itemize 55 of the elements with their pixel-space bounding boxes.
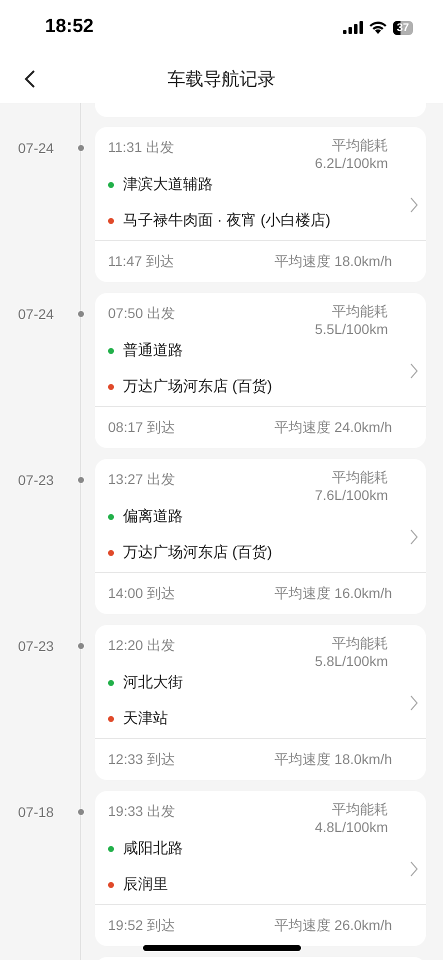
end-location: 马子禄牛肉面 · 夜宵 (小白楼店) — [123, 210, 330, 230]
trip-card[interactable]: 11:31 出发 平均能耗 6.2L/100km 津滨大道辅路 马子禄牛肉面 · 夜宵 (小白楼店) 11:47 到达 平均速度 18.0km/h — [95, 127, 426, 282]
arrive-time: 11:47 到达 — [108, 252, 174, 271]
energy-value: 6.2L/100km — [314, 154, 388, 172]
chevron-icon — [410, 363, 418, 379]
depart-time: 11:31 出发 — [108, 138, 174, 157]
energy-value: 5.8L/100km — [314, 652, 388, 670]
signal-icon — [342, 21, 363, 34]
energy-label: 平均能耗 — [332, 800, 388, 818]
page-title: 车载导航记录 — [168, 68, 276, 90]
back-icon[interactable] — [24, 70, 36, 88]
end-location: 辰润里 — [123, 874, 168, 894]
depart-time: 13:27 出发 — [108, 470, 175, 489]
depart-time: 12:20 出发 — [108, 636, 175, 655]
average-speed: 平均速度 26.0km/h — [274, 916, 392, 935]
chevron-icon — [410, 695, 418, 711]
start-location: 咸阳北路 — [123, 839, 183, 859]
start-location: 河北大街 — [123, 673, 183, 693]
chevron-icon — [410, 529, 418, 545]
arrive-time: 14:00 到达 — [108, 584, 175, 603]
arrive-time: 19:52 到达 — [108, 916, 175, 935]
energy-value: 5.5L/100km — [314, 320, 388, 338]
energy-label: 平均能耗 — [332, 136, 388, 154]
trip-date: 07-23 — [18, 636, 54, 656]
end-location: 万达广场河东店 (百货) — [123, 542, 272, 562]
average-speed: 平均速度 24.0km/h — [274, 418, 392, 437]
wifi-icon — [368, 21, 387, 34]
trip-date: 07-23 — [18, 470, 54, 490]
chevron-icon — [410, 197, 418, 213]
energy-label: 平均能耗 — [332, 468, 388, 486]
energy-value: 4.8L/100km — [314, 818, 388, 836]
start-location: 偏离道路 — [123, 507, 183, 527]
trip-date: 07-24 — [18, 304, 54, 324]
average-speed: 平均速度 16.0km/h — [274, 584, 392, 603]
trip-card[interactable]: 12:20 出发 平均能耗 5.8L/100km 河北大街 天津站 12:33 到达 平均速度 18.0km/h — [95, 625, 426, 780]
depart-time: 19:33 出发 — [108, 802, 175, 821]
start-location: 津滨大道辅路 — [123, 175, 213, 195]
trip-date: 07-18 — [18, 802, 54, 822]
trip-card[interactable]: 19:33 出发 平均能耗 4.8L/100km 咸阳北路 辰润里 19:52 到达 平均速度 26.0km/h — [95, 791, 426, 946]
arrive-time: 08:17 到达 — [108, 418, 175, 437]
energy-label: 平均能耗 — [332, 634, 388, 652]
status-time: 18:52 — [45, 15, 94, 40]
start-location: 普通道路 — [123, 341, 183, 361]
energy-label: 平均能耗 — [332, 302, 388, 320]
trip-date: 07-24 — [18, 138, 54, 158]
end-location: 天津站 — [123, 708, 168, 728]
trip-card[interactable]: 07:50 出发 平均能耗 5.5L/100km 普通道路 万达广场河东店 (百货) 08:17 到达 平均速度 24.0km/h — [95, 293, 426, 448]
chevron-icon — [410, 861, 418, 877]
average-speed: 平均速度 18.0km/h — [274, 252, 392, 271]
depart-time: 07:50 出发 — [108, 304, 175, 323]
arrive-time: 12:33 到达 — [108, 750, 175, 769]
energy-value: 7.6L/100km — [314, 486, 388, 504]
end-location: 万达广场河东店 (百货) — [123, 376, 272, 396]
trip-card[interactable]: 13:27 出发 平均能耗 7.6L/100km 偏离道路 万达广场河东店 (百货) 14:00 到达 平均速度 16.0km/h — [95, 459, 426, 614]
average-speed: 平均速度 18.0km/h — [274, 750, 392, 769]
